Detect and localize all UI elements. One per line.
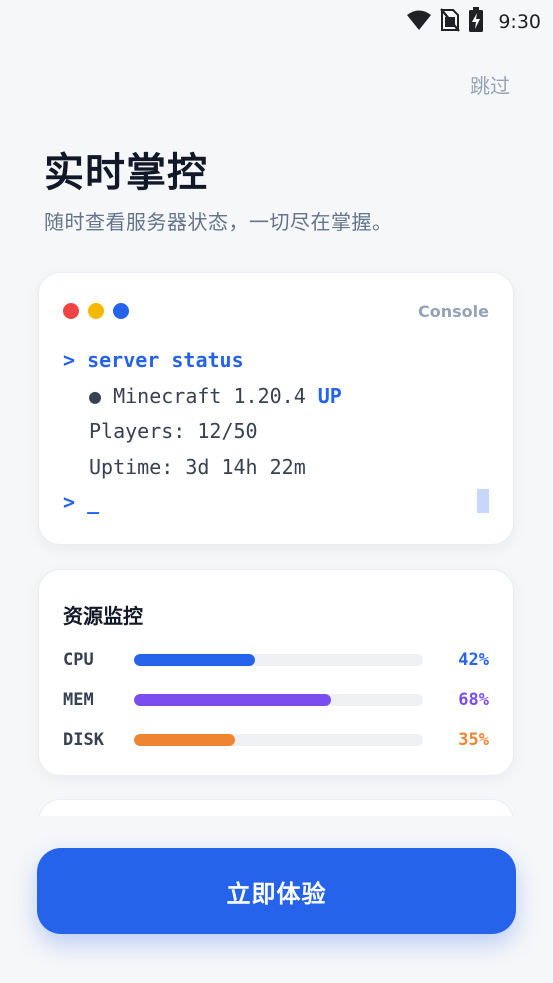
resource-label: CPU	[63, 650, 94, 670]
wifi-icon	[406, 9, 432, 35]
server-name: ● Minecraft 1.20.4	[89, 383, 306, 408]
resource-row-disk: DISK 35%	[63, 728, 489, 752]
server-state-badge: UP	[317, 383, 342, 408]
yellow-dot-icon	[88, 303, 104, 319]
resource-value: 68%	[458, 690, 489, 710]
skip-button[interactable]: 跳过	[470, 70, 510, 99]
console-card: Console > server status ● Minecraft 1.20…	[38, 272, 514, 545]
console-label: Console	[418, 302, 489, 321]
resource-row-mem: MEM 68%	[63, 688, 489, 712]
battery-charging-icon	[468, 7, 484, 37]
resource-fill	[134, 734, 236, 746]
input-cursor: _	[87, 490, 100, 514]
status-time: 9:30	[498, 11, 541, 33]
window-dots	[63, 303, 129, 319]
server-line: ● Minecraft 1.20.4 UP	[63, 379, 489, 415]
resource-label: MEM	[63, 690, 94, 710]
blue-dot-icon	[113, 303, 129, 319]
resource-track	[134, 734, 423, 746]
command-text: server status	[87, 348, 244, 372]
resource-value: 42%	[458, 650, 489, 670]
resource-track	[134, 694, 423, 706]
resource-fill	[134, 694, 331, 706]
command-line: > server status	[63, 343, 489, 379]
console-output: > server status ● Minecraft 1.20.4 UP Pla…	[63, 343, 489, 521]
resource-monitor-card: 资源监控 CPU 42% MEM 68% DISK 35%	[38, 569, 514, 776]
input-prompt-symbol: >	[63, 490, 76, 514]
resource-fill	[134, 654, 256, 666]
resource-value: 35%	[458, 730, 489, 750]
status-bar: 9:30	[0, 0, 553, 40]
input-line[interactable]: > _	[63, 485, 489, 521]
red-dot-icon	[63, 303, 79, 319]
try-now-button[interactable]: 立即体验	[37, 848, 516, 934]
resource-monitor-title: 资源监控	[63, 604, 143, 628]
page-subtitle: 随时查看服务器状态，一切尽在掌握。	[44, 210, 393, 234]
prompt-symbol: >	[63, 348, 76, 372]
resource-row-cpu: CPU 42%	[63, 648, 489, 672]
status-icons: 9:30	[406, 7, 541, 37]
no-sim-icon	[440, 8, 461, 36]
resource-track	[134, 654, 423, 666]
resource-label: DISK	[63, 730, 104, 750]
uptime-line: Uptime: 3d 14h 22m	[89, 454, 306, 479]
scroll-indicator	[477, 489, 489, 513]
players-line: Players: 12/50	[89, 419, 258, 443]
page-title: 实时掌控	[44, 150, 208, 196]
